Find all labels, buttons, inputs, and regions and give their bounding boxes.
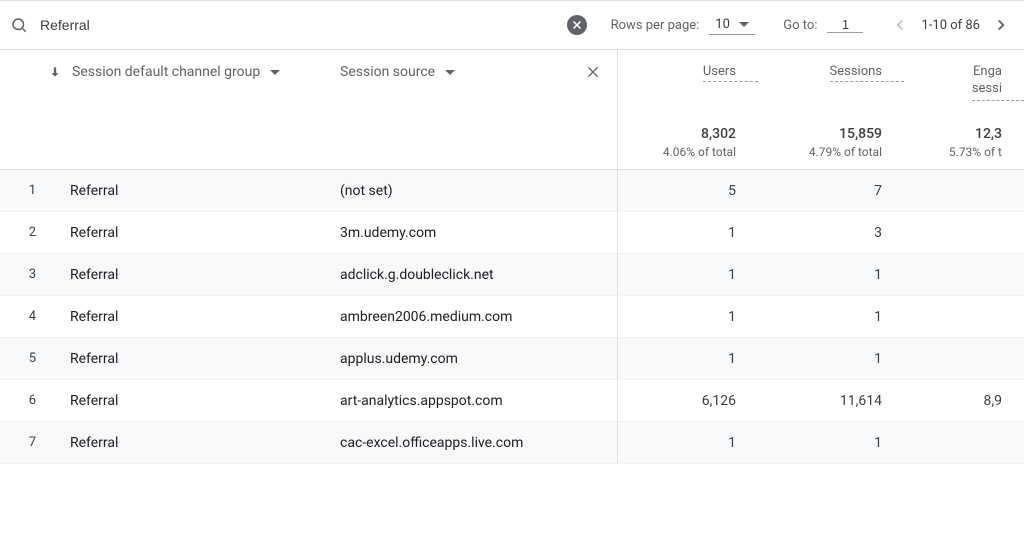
dimension-1-header[interactable]: Session default channel group — [48, 64, 340, 80]
table-row[interactable]: 7 Referral cac-excel.officeapps.live.com… — [0, 422, 1024, 464]
sort-desc-icon — [48, 65, 62, 79]
clear-search-button[interactable] — [567, 15, 587, 35]
table-row[interactable]: 1 Referral (not set) 5 7 — [0, 170, 1024, 212]
dimension-1-dropdown[interactable] — [270, 70, 280, 75]
row-dimensions: 5 Referral applus.udemy.com — [0, 338, 618, 379]
row-number: 4 — [0, 309, 48, 324]
column-headers: Session default channel group Session so… — [0, 50, 1024, 170]
caret-down-icon — [739, 22, 749, 27]
table-row[interactable]: 5 Referral applus.udemy.com 1 1 — [0, 338, 1024, 380]
row-sessions: 3 — [758, 225, 904, 241]
row-session-source: (not set) — [340, 183, 617, 199]
row-number: 7 — [0, 435, 48, 450]
dimension-2-header[interactable]: Session source — [340, 64, 585, 80]
dimension-headers: Session default channel group Session so… — [0, 50, 618, 169]
total-sessions: 15,859 4.79% of total — [758, 126, 904, 159]
row-session-source: cac-excel.officeapps.live.com — [340, 435, 617, 451]
pager: 1-10 of 86 — [887, 12, 1014, 38]
row-number: 3 — [0, 267, 48, 282]
toolbar: Rows per page: 10 Go to: 1-10 of 86 — [0, 0, 1024, 50]
rows-per-page-value: 10 — [715, 17, 730, 32]
prev-page-button[interactable] — [887, 12, 913, 38]
row-number: 6 — [0, 393, 48, 408]
row-dimensions: 2 Referral 3m.udemy.com — [0, 212, 618, 253]
row-session-source: 3m.udemy.com — [340, 225, 617, 241]
goto-label: Go to: — [783, 18, 817, 33]
row-users: 1 — [618, 267, 758, 283]
row-session-source: adclick.g.doubleclick.net — [340, 267, 617, 283]
goto-input[interactable] — [827, 17, 863, 33]
metric-sessions-header[interactable]: Sessions — [830, 64, 905, 82]
row-channel-group: Referral — [48, 225, 340, 241]
row-sessions: 1 — [758, 309, 904, 325]
table-rows: 1 Referral (not set) 5 7 2 Referral 3m.u… — [0, 170, 1024, 464]
metric-engaged-header[interactable]: Enga sessi — [972, 64, 1024, 101]
row-users: 6,126 — [618, 393, 758, 409]
row-number: 2 — [0, 225, 48, 240]
row-session-source: ambreen2006.medium.com — [340, 309, 617, 325]
row-channel-group: Referral — [48, 267, 340, 283]
total-users: 8,302 4.06% of total — [618, 126, 758, 159]
table-row[interactable]: 2 Referral 3m.udemy.com 1 3 — [0, 212, 1024, 254]
goto: Go to: — [783, 17, 863, 33]
table-row[interactable]: 4 Referral ambreen2006.medium.com 1 1 — [0, 296, 1024, 338]
row-metrics: 1 1 — [618, 338, 1024, 379]
search-input[interactable] — [40, 17, 567, 33]
row-metrics: 5 7 — [618, 170, 1024, 211]
row-session-source: applus.udemy.com — [340, 351, 617, 367]
row-users: 1 — [618, 225, 758, 241]
dimension-2-dropdown[interactable] — [445, 70, 455, 75]
row-number: 5 — [0, 351, 48, 366]
total-engaged: 12,3 5.73% of t — [904, 126, 1024, 159]
row-users: 5 — [618, 183, 758, 199]
dimension-1-label: Session default channel group — [72, 64, 260, 80]
row-metrics: 1 3 — [618, 212, 1024, 253]
row-sessions: 11,614 — [758, 393, 904, 409]
caret-down-icon — [445, 70, 455, 75]
row-users: 1 — [618, 309, 758, 325]
row-channel-group: Referral — [48, 351, 340, 367]
row-engaged: 8,9 — [904, 393, 1024, 409]
row-channel-group: Referral — [48, 183, 340, 199]
search-wrap — [10, 16, 567, 34]
next-page-button[interactable] — [988, 12, 1014, 38]
metric-headers: Users Sessions Enga sessi 8,302 4.06% of… — [618, 50, 1024, 169]
metric-totals: 8,302 4.06% of total 15,859 4.79% of tot… — [618, 118, 1024, 169]
row-channel-group: Referral — [48, 309, 340, 325]
row-metrics: 1 1 — [618, 296, 1024, 337]
row-metrics: 1 1 — [618, 254, 1024, 295]
row-session-source: art-analytics.appspot.com — [340, 393, 617, 409]
row-sessions: 1 — [758, 267, 904, 283]
rows-per-page: Rows per page: 10 — [611, 15, 756, 35]
row-channel-group: Referral — [48, 435, 340, 451]
dimension-2-label: Session source — [340, 64, 435, 80]
row-metrics: 6,126 11,614 8,9 — [618, 380, 1024, 421]
table-row[interactable]: 3 Referral adclick.g.doubleclick.net 1 1 — [0, 254, 1024, 296]
row-users: 1 — [618, 351, 758, 367]
table-row[interactable]: 6 Referral art-analytics.appspot.com 6,1… — [0, 380, 1024, 422]
row-metrics: 1 1 — [618, 422, 1024, 463]
row-users: 1 — [618, 435, 758, 451]
remove-dimension-button[interactable] — [585, 64, 617, 80]
rows-per-page-select[interactable]: 10 — [709, 15, 755, 35]
row-sessions: 1 — [758, 351, 904, 367]
row-number: 1 — [0, 183, 48, 198]
row-dimensions: 6 Referral art-analytics.appspot.com — [0, 380, 618, 421]
search-icon — [10, 16, 28, 34]
row-sessions: 7 — [758, 183, 904, 199]
row-dimensions: 3 Referral adclick.g.doubleclick.net — [0, 254, 618, 295]
row-dimensions: 7 Referral cac-excel.officeapps.live.com — [0, 422, 618, 463]
rows-per-page-label: Rows per page: — [611, 18, 700, 33]
row-dimensions: 1 Referral (not set) — [0, 170, 618, 211]
row-dimensions: 4 Referral ambreen2006.medium.com — [0, 296, 618, 337]
caret-down-icon — [270, 70, 280, 75]
row-channel-group: Referral — [48, 393, 340, 409]
row-sessions: 1 — [758, 435, 904, 451]
page-range: 1-10 of 86 — [921, 18, 980, 33]
metric-users-header[interactable]: Users — [703, 64, 758, 82]
